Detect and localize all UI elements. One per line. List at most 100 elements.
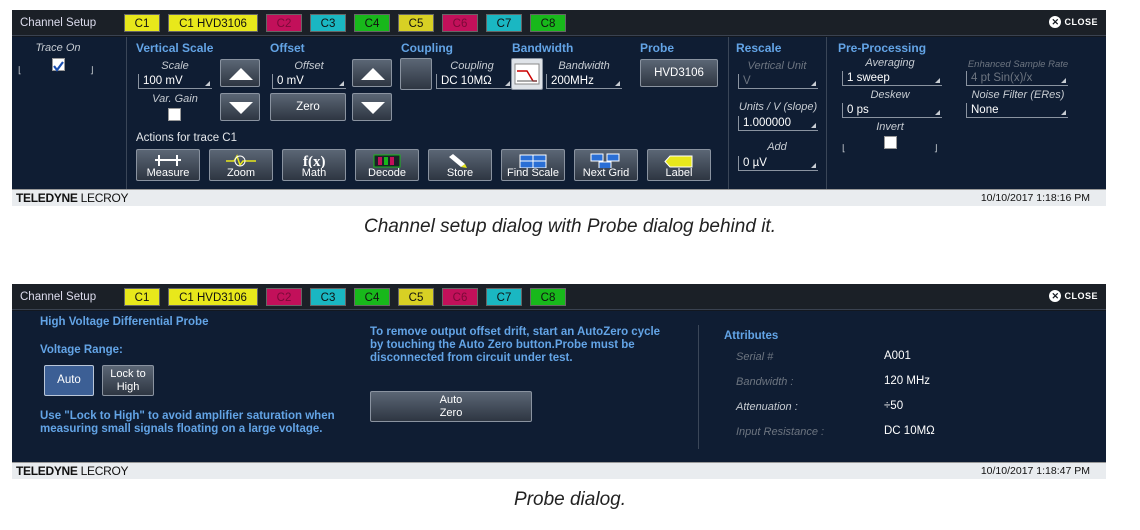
tab-c5[interactable]: C5 <box>398 14 434 32</box>
store-icon <box>449 154 467 168</box>
trace-on-label: Trace On <box>35 42 81 54</box>
offset-up-button[interactable] <box>352 59 392 87</box>
attributes-header: Attributes <box>724 330 779 342</box>
vertical-unit-label: Vertical Unit <box>747 60 807 72</box>
brand-logo: TELEDYNE LECROY <box>16 464 129 478</box>
next-grid-button[interactable]: Next Grid <box>574 149 638 181</box>
store-button[interactable]: Store <box>428 149 492 181</box>
measure-button[interactable]: Measure <box>136 149 200 181</box>
divider <box>698 325 699 449</box>
tab-bar: Channel Setup C1 C1 HVD3106 C2 C3 C4 C5 … <box>12 284 1106 310</box>
check-icon <box>53 61 64 72</box>
arrow-up-icon <box>361 68 385 80</box>
noise-filter-field[interactable]: None <box>966 103 1068 118</box>
zoom-button[interactable]: Zoom <box>209 149 273 181</box>
add-field[interactable]: 0 µV <box>738 156 818 171</box>
status-footer: TELEDYNE LECROY 10/10/2017 1:18:47 PM <box>12 462 1106 479</box>
brand-word-1: TELEDYNE <box>16 464 78 478</box>
averaging-field[interactable]: 1 sweep <box>842 71 942 86</box>
tab-c7[interactable]: C7 <box>486 14 522 32</box>
timestamp: 10/10/2017 1:18:47 PM <box>980 465 1090 477</box>
tab-c1[interactable]: C1 <box>124 288 160 306</box>
coupling-field[interactable]: DC 10MΩ <box>436 74 512 89</box>
tab-c7[interactable]: C7 <box>486 288 522 306</box>
coupling-label: Coupling <box>450 60 494 72</box>
divider <box>826 37 827 189</box>
zero-button[interactable]: Zero <box>270 93 346 121</box>
tab-c8[interactable]: C8 <box>530 288 566 306</box>
var-gain-label: Var. Gain <box>152 93 198 105</box>
tab-c8[interactable]: C8 <box>530 14 566 32</box>
invert-checkbox[interactable] <box>884 136 897 149</box>
bandwidth-header: Bandwidth <box>512 41 574 55</box>
preprocessing-header: Pre-Processing <box>838 41 927 55</box>
coupling-icon-button[interactable] <box>400 58 432 90</box>
offset-field[interactable]: 0 mV <box>272 74 346 89</box>
brand-word-2: LECROY <box>80 191 129 205</box>
tab-bar: Channel Setup C1 C1 HVD3106 C2 C3 C4 C5 … <box>12 10 1106 36</box>
tab-c2[interactable]: C2 <box>266 288 302 306</box>
enhanced-sample-rate-field[interactable]: 4 pt Sin(x)/x <box>966 71 1068 86</box>
offset-down-button[interactable] <box>352 93 392 121</box>
probe-title: High Voltage Differential Probe <box>40 316 209 328</box>
math-button[interactable]: f(x) Math <box>282 149 346 181</box>
close-button[interactable]: ✕ CLOSE <box>1049 290 1098 302</box>
bandwidth-field[interactable]: 200MHz <box>546 74 622 89</box>
probe-header: Probe <box>640 41 675 55</box>
close-button[interactable]: ✕ CLOSE <box>1049 16 1098 28</box>
invert-label: Invert <box>876 121 904 133</box>
tab-c4[interactable]: C4 <box>354 288 390 306</box>
trace-on-checkbox[interactable] <box>52 58 65 72</box>
scale-up-button[interactable] <box>220 59 260 87</box>
tab-channel-setup[interactable]: Channel Setup <box>20 288 122 306</box>
noise-filter-label: Noise Filter (ERes) <box>971 89 1065 101</box>
tab-channel-setup[interactable]: Channel Setup <box>20 14 122 32</box>
arrow-up-icon <box>229 68 253 80</box>
corner-mark-right: ⌋ <box>90 65 94 75</box>
deskew-field[interactable]: 0 ps <box>842 103 942 118</box>
close-icon: ✕ <box>1049 16 1062 28</box>
serial-label: Serial # <box>736 351 774 363</box>
bandwidth-attr-value: 120 MHz <box>884 375 931 387</box>
corner-mark-left: ⌊ <box>18 65 22 75</box>
tab-c4[interactable]: C4 <box>354 14 390 32</box>
divider <box>126 37 127 189</box>
channel-setup-dialog: Channel Setup C1 C1 HVD3106 C2 C3 C4 C5 … <box>12 10 1106 206</box>
rescale-header: Rescale <box>736 41 782 55</box>
coupling-header: Coupling <box>401 41 453 55</box>
vertical-unit-field[interactable]: V <box>738 74 818 89</box>
auto-zero-button[interactable]: Auto Zero <box>370 391 532 422</box>
tab-c1[interactable]: C1 <box>124 14 160 32</box>
offset-header: Offset <box>270 41 305 55</box>
label-button[interactable]: Label <box>647 149 711 181</box>
lowpass-filter-icon <box>514 63 540 85</box>
arrow-down-icon <box>229 102 253 114</box>
attenuation-value: ÷50 <box>884 400 904 412</box>
probe-body: High Voltage Differential Probe Voltage … <box>12 311 1106 463</box>
var-gain-checkbox[interactable] <box>168 108 181 121</box>
tab-c5[interactable]: C5 <box>398 288 434 306</box>
tab-c3[interactable]: C3 <box>310 288 346 306</box>
probe-button[interactable]: HVD3106 <box>640 59 718 87</box>
tab-c1-probe[interactable]: C1 HVD3106 <box>168 288 258 306</box>
tab-c6[interactable]: C6 <box>442 14 478 32</box>
find-scale-button[interactable]: Find Scale <box>501 149 565 181</box>
brand-word-1: TELEDYNE <box>16 191 78 205</box>
bandwidth-filter-button[interactable] <box>511 58 543 90</box>
svg-text:f(x): f(x) <box>303 154 326 168</box>
brand-word-2: LECROY <box>80 464 129 478</box>
auto-range-button[interactable]: Auto <box>44 365 94 396</box>
label-tag-icon <box>664 155 693 168</box>
units-slope-label: Units / V (slope) <box>738 101 818 113</box>
scale-down-button[interactable] <box>220 93 260 121</box>
decode-button[interactable]: Decode <box>355 149 419 181</box>
tab-c6[interactable]: C6 <box>442 288 478 306</box>
tab-c3[interactable]: C3 <box>310 14 346 32</box>
probe-dialog: Channel Setup C1 C1 HVD3106 C2 C3 C4 C5 … <box>12 284 1106 479</box>
bandwidth-label: Bandwidth <box>558 60 610 72</box>
scale-field[interactable]: 100 mV <box>138 74 212 89</box>
slope-field[interactable]: 1.000000 <box>738 116 818 131</box>
tab-c1-probe[interactable]: C1 HVD3106 <box>168 14 258 32</box>
tab-c2[interactable]: C2 <box>266 14 302 32</box>
lock-to-high-button[interactable]: Lock to High <box>102 365 154 396</box>
